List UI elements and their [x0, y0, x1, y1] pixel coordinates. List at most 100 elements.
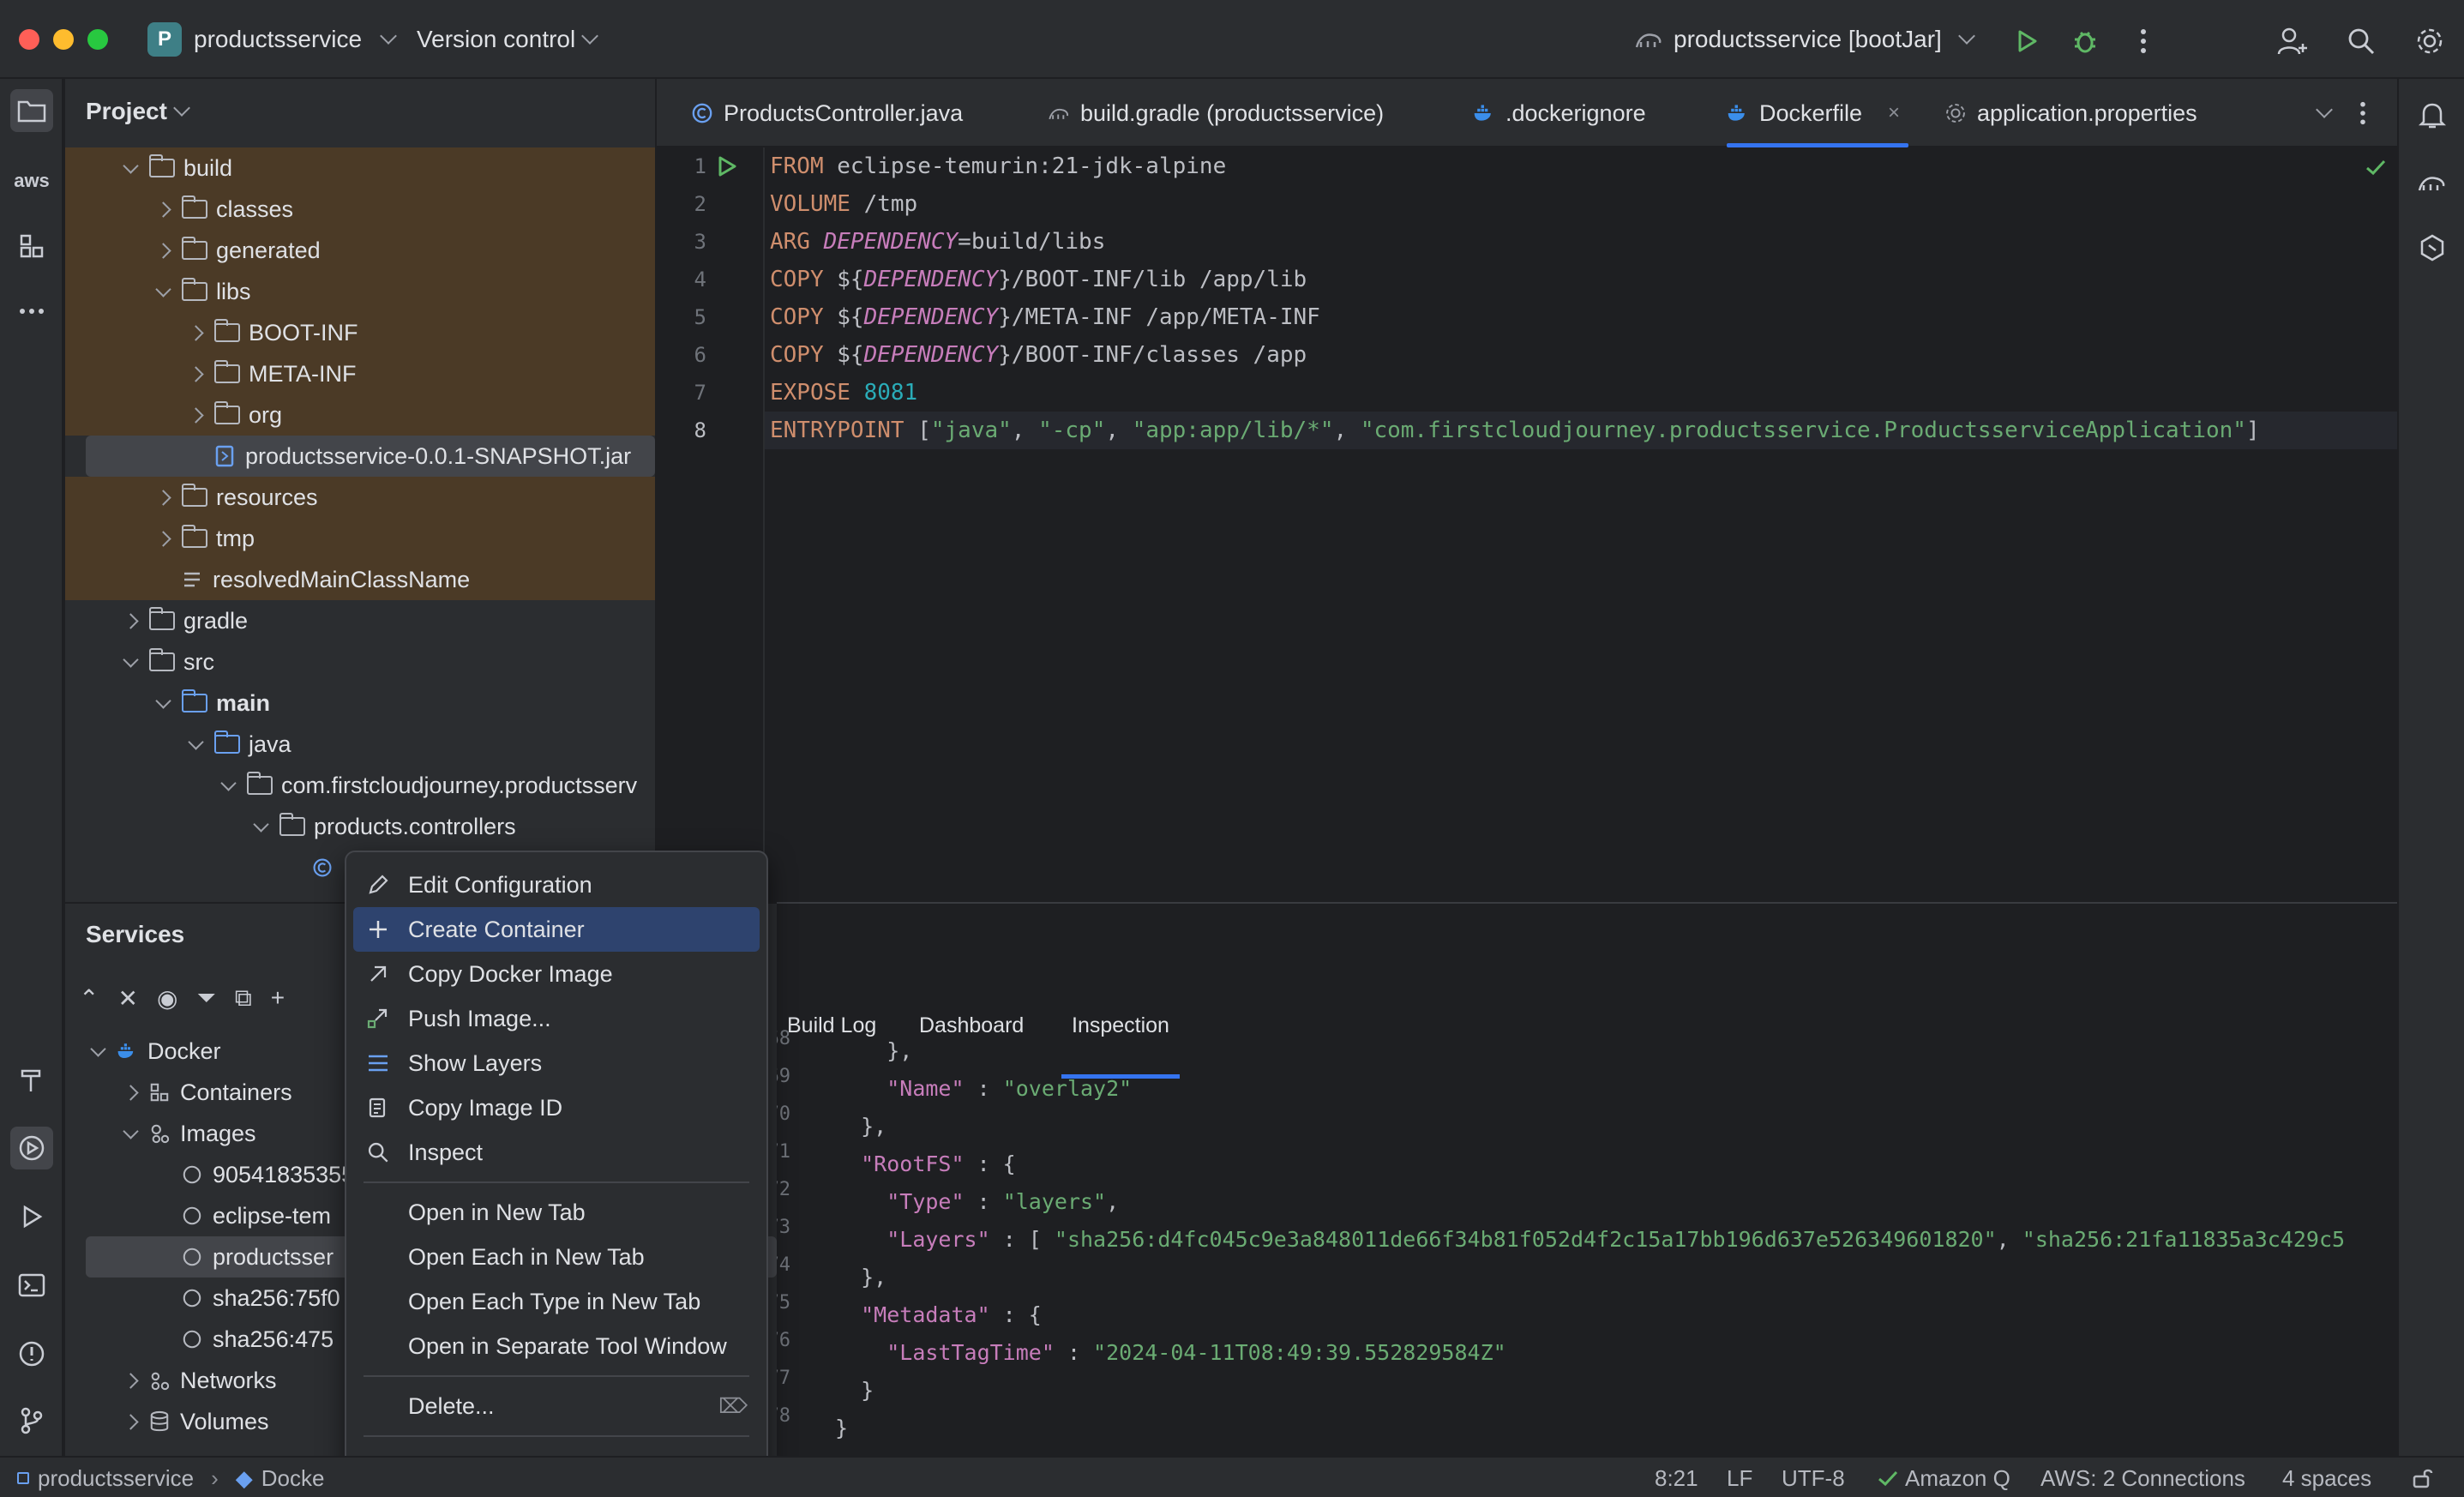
debug-icon[interactable] — [2068, 24, 2102, 58]
indent-settings[interactable]: 4 spaces — [2282, 1458, 2371, 1497]
menu-item-create-container[interactable]: Create Container — [353, 907, 760, 952]
file-encoding[interactable]: UTF-8 — [1782, 1458, 1845, 1497]
tree-expand-arrow-icon[interactable] — [183, 732, 207, 756]
more-tools-icon[interactable] — [10, 290, 53, 333]
code-line[interactable]: COPY ${DEPENDENCY}/BOOT-INF/classes /app — [770, 336, 1307, 374]
editor-tab[interactable]: ProductsController.java — [691, 79, 963, 147]
menu-item-open-in-separate-tool-window[interactable]: Open in Separate Tool Window — [353, 1324, 760, 1368]
project-tree-row[interactable]: resolvedMainClassName — [65, 559, 655, 600]
aws-connections[interactable]: AWS: 2 Connections — [2040, 1458, 2245, 1497]
tree-expand-arrow-icon[interactable] — [151, 197, 175, 221]
aws-icon[interactable]: aws — [10, 159, 53, 202]
caret-position[interactable]: 8:21 — [1655, 1458, 1698, 1497]
tree-expand-arrow-icon[interactable] — [151, 238, 175, 262]
project-tree-row[interactable]: libs — [65, 271, 655, 312]
minimize-window-button[interactable] — [53, 29, 74, 50]
menu-item-copy-docker-image[interactable]: Copy Docker Image — [353, 952, 760, 996]
menu-item-open-in-new-tab[interactable]: Open in New Tab — [353, 1190, 760, 1235]
amazon-q-status[interactable]: Amazon Q — [1878, 1458, 2010, 1497]
project-tree-row[interactable]: main — [65, 682, 655, 724]
project-tree-row[interactable]: build — [65, 147, 655, 189]
editor-tab[interactable]: Dockerfile × — [1727, 79, 1909, 147]
structure-icon[interactable] — [10, 225, 53, 268]
gradle-tool-icon[interactable] — [2411, 161, 2454, 204]
zoom-window-button[interactable] — [87, 29, 108, 50]
menu-item-inspect[interactable]: Inspect — [353, 1130, 760, 1175]
code-line[interactable]: FROM eclipse-temurin:21-jdk-alpine — [770, 147, 1226, 185]
tree-expand-arrow-icon[interactable] — [118, 1121, 142, 1145]
project-tree-row[interactable]: classes — [65, 189, 655, 230]
project-switcher[interactable]: P productsservice — [147, 21, 397, 58]
close-tab-icon[interactable]: × — [1888, 101, 1900, 125]
editor-tab[interactable]: .dockerignore — [1473, 79, 1646, 147]
tree-expand-arrow-icon[interactable] — [86, 1039, 110, 1063]
menu-item-show-layers[interactable]: Show Layers — [353, 1041, 760, 1085]
tree-expand-arrow-icon[interactable] — [249, 815, 273, 839]
tree-expand-arrow-icon[interactable] — [151, 280, 175, 304]
tree-expand-arrow-icon[interactable] — [151, 691, 175, 715]
tree-expand-arrow-icon[interactable] — [118, 1368, 142, 1392]
breadcrumb-project[interactable]: productsservice — [38, 1465, 194, 1492]
tree-expand-arrow-icon[interactable] — [183, 403, 207, 427]
breadcrumb-file[interactable]: Docke — [261, 1465, 325, 1492]
add-service-icon[interactable]: + — [271, 984, 285, 1013]
menu-item-open-each-in-new-tab[interactable]: Open Each in New Tab — [353, 1235, 760, 1279]
tab-actions-icon[interactable] — [2359, 79, 2366, 147]
code-editor[interactable]: 1 2 3 4 5 6 7 8 FROM eclipse-temurin:21-jdk-alp… — [657, 147, 2397, 900]
git-branch-icon[interactable] — [10, 1399, 53, 1442]
tree-expand-arrow-icon[interactable] — [118, 609, 142, 633]
project-tree-row[interactable]: com.firstcloudjourney.productsserv — [65, 765, 655, 806]
more-actions-icon[interactable] — [2126, 24, 2161, 58]
project-tree-row[interactable]: gradle — [65, 600, 655, 641]
menu-item-push-image[interactable]: Push Image... — [353, 996, 760, 1041]
tab-list-chevron-icon[interactable] — [2310, 79, 2333, 147]
folder-icon[interactable] — [10, 89, 53, 132]
project-tree-row[interactable]: META-INF — [65, 353, 655, 394]
project-tree-row[interactable]: generated — [65, 230, 655, 271]
expand-all-icon[interactable]: ⌃ — [79, 984, 99, 1013]
code-line[interactable]: EXPOSE 8081 — [770, 374, 917, 412]
line-separator[interactable]: LF — [1727, 1458, 1752, 1497]
tree-expand-arrow-icon[interactable] — [183, 362, 207, 386]
eye-icon[interactable]: ◉ — [157, 984, 177, 1013]
menu-item-delete[interactable]: Delete... ⌦ — [353, 1384, 760, 1428]
lock-icon[interactable] — [2411, 1458, 2435, 1497]
run-configuration-selector[interactable]: productsservice [bootJar] — [1634, 21, 1975, 58]
tree-expand-arrow-icon[interactable] — [118, 650, 142, 674]
collapse-all-icon[interactable]: ✕ — [117, 984, 137, 1013]
notifications-icon[interactable] — [2411, 94, 2454, 137]
code-line[interactable]: COPY ${DEPENDENCY}/BOOT-INF/lib /app/lib — [770, 261, 1307, 298]
tree-expand-arrow-icon[interactable] — [118, 1410, 142, 1434]
editor-tab[interactable]: build.gradle (productsservice) — [1048, 79, 1384, 147]
code-line[interactable]: COPY ${DEPENDENCY}/META-INF /app/META-IN… — [770, 298, 1320, 336]
editor-tab[interactable]: application.properties — [1944, 79, 2197, 147]
project-tree-row[interactable]: tmp — [65, 518, 655, 559]
project-tree-row[interactable]: src — [65, 641, 655, 682]
project-tree-row[interactable]: java — [65, 724, 655, 765]
menu-item-edit-configuration[interactable]: Edit Configuration — [353, 863, 760, 907]
tree-expand-arrow-icon[interactable] — [151, 526, 175, 550]
new-group-icon[interactable]: ⧉ — [235, 984, 252, 1013]
project-view-selector[interactable]: Project — [86, 98, 190, 125]
tree-expand-arrow-icon[interactable] — [118, 156, 142, 180]
build-hammer-icon[interactable] — [10, 1058, 53, 1101]
tree-expand-arrow-icon[interactable] — [183, 321, 207, 345]
close-window-button[interactable] — [19, 29, 39, 50]
run-gutter-icon[interactable] — [715, 154, 739, 184]
amazon-q-icon[interactable] — [2411, 226, 2454, 269]
tree-expand-arrow-icon[interactable] — [118, 1080, 142, 1104]
project-tree-row[interactable]: org — [65, 394, 655, 436]
code-line[interactable]: VOLUME /tmp — [770, 185, 917, 223]
code-line[interactable]: ENTRYPOINT ["java", "-cp", "app:app/lib/… — [770, 412, 2260, 449]
code-line[interactable]: ARG DEPENDENCY=build/libs — [770, 223, 1105, 261]
menu-item-copy-image-id[interactable]: Copy Image ID — [353, 1085, 760, 1130]
run-tool-icon[interactable] — [10, 1195, 53, 1238]
problems-icon[interactable] — [10, 1332, 53, 1375]
terminal-icon[interactable] — [10, 1264, 53, 1307]
project-tree-row[interactable]: products.controllers — [65, 806, 655, 847]
inspection-json-view[interactable]: 68 },69 "Name" : "overlay2"70 },71 "Root… — [777, 1020, 2397, 1458]
project-tree-row[interactable]: resources — [65, 477, 655, 518]
menu-item-open-each-type-in-new-tab[interactable]: Open Each Type in New Tab — [353, 1279, 760, 1324]
filter-icon[interactable]: ⏷ — [196, 984, 215, 1013]
project-tree-row[interactable]: BOOT-INF — [65, 312, 655, 353]
